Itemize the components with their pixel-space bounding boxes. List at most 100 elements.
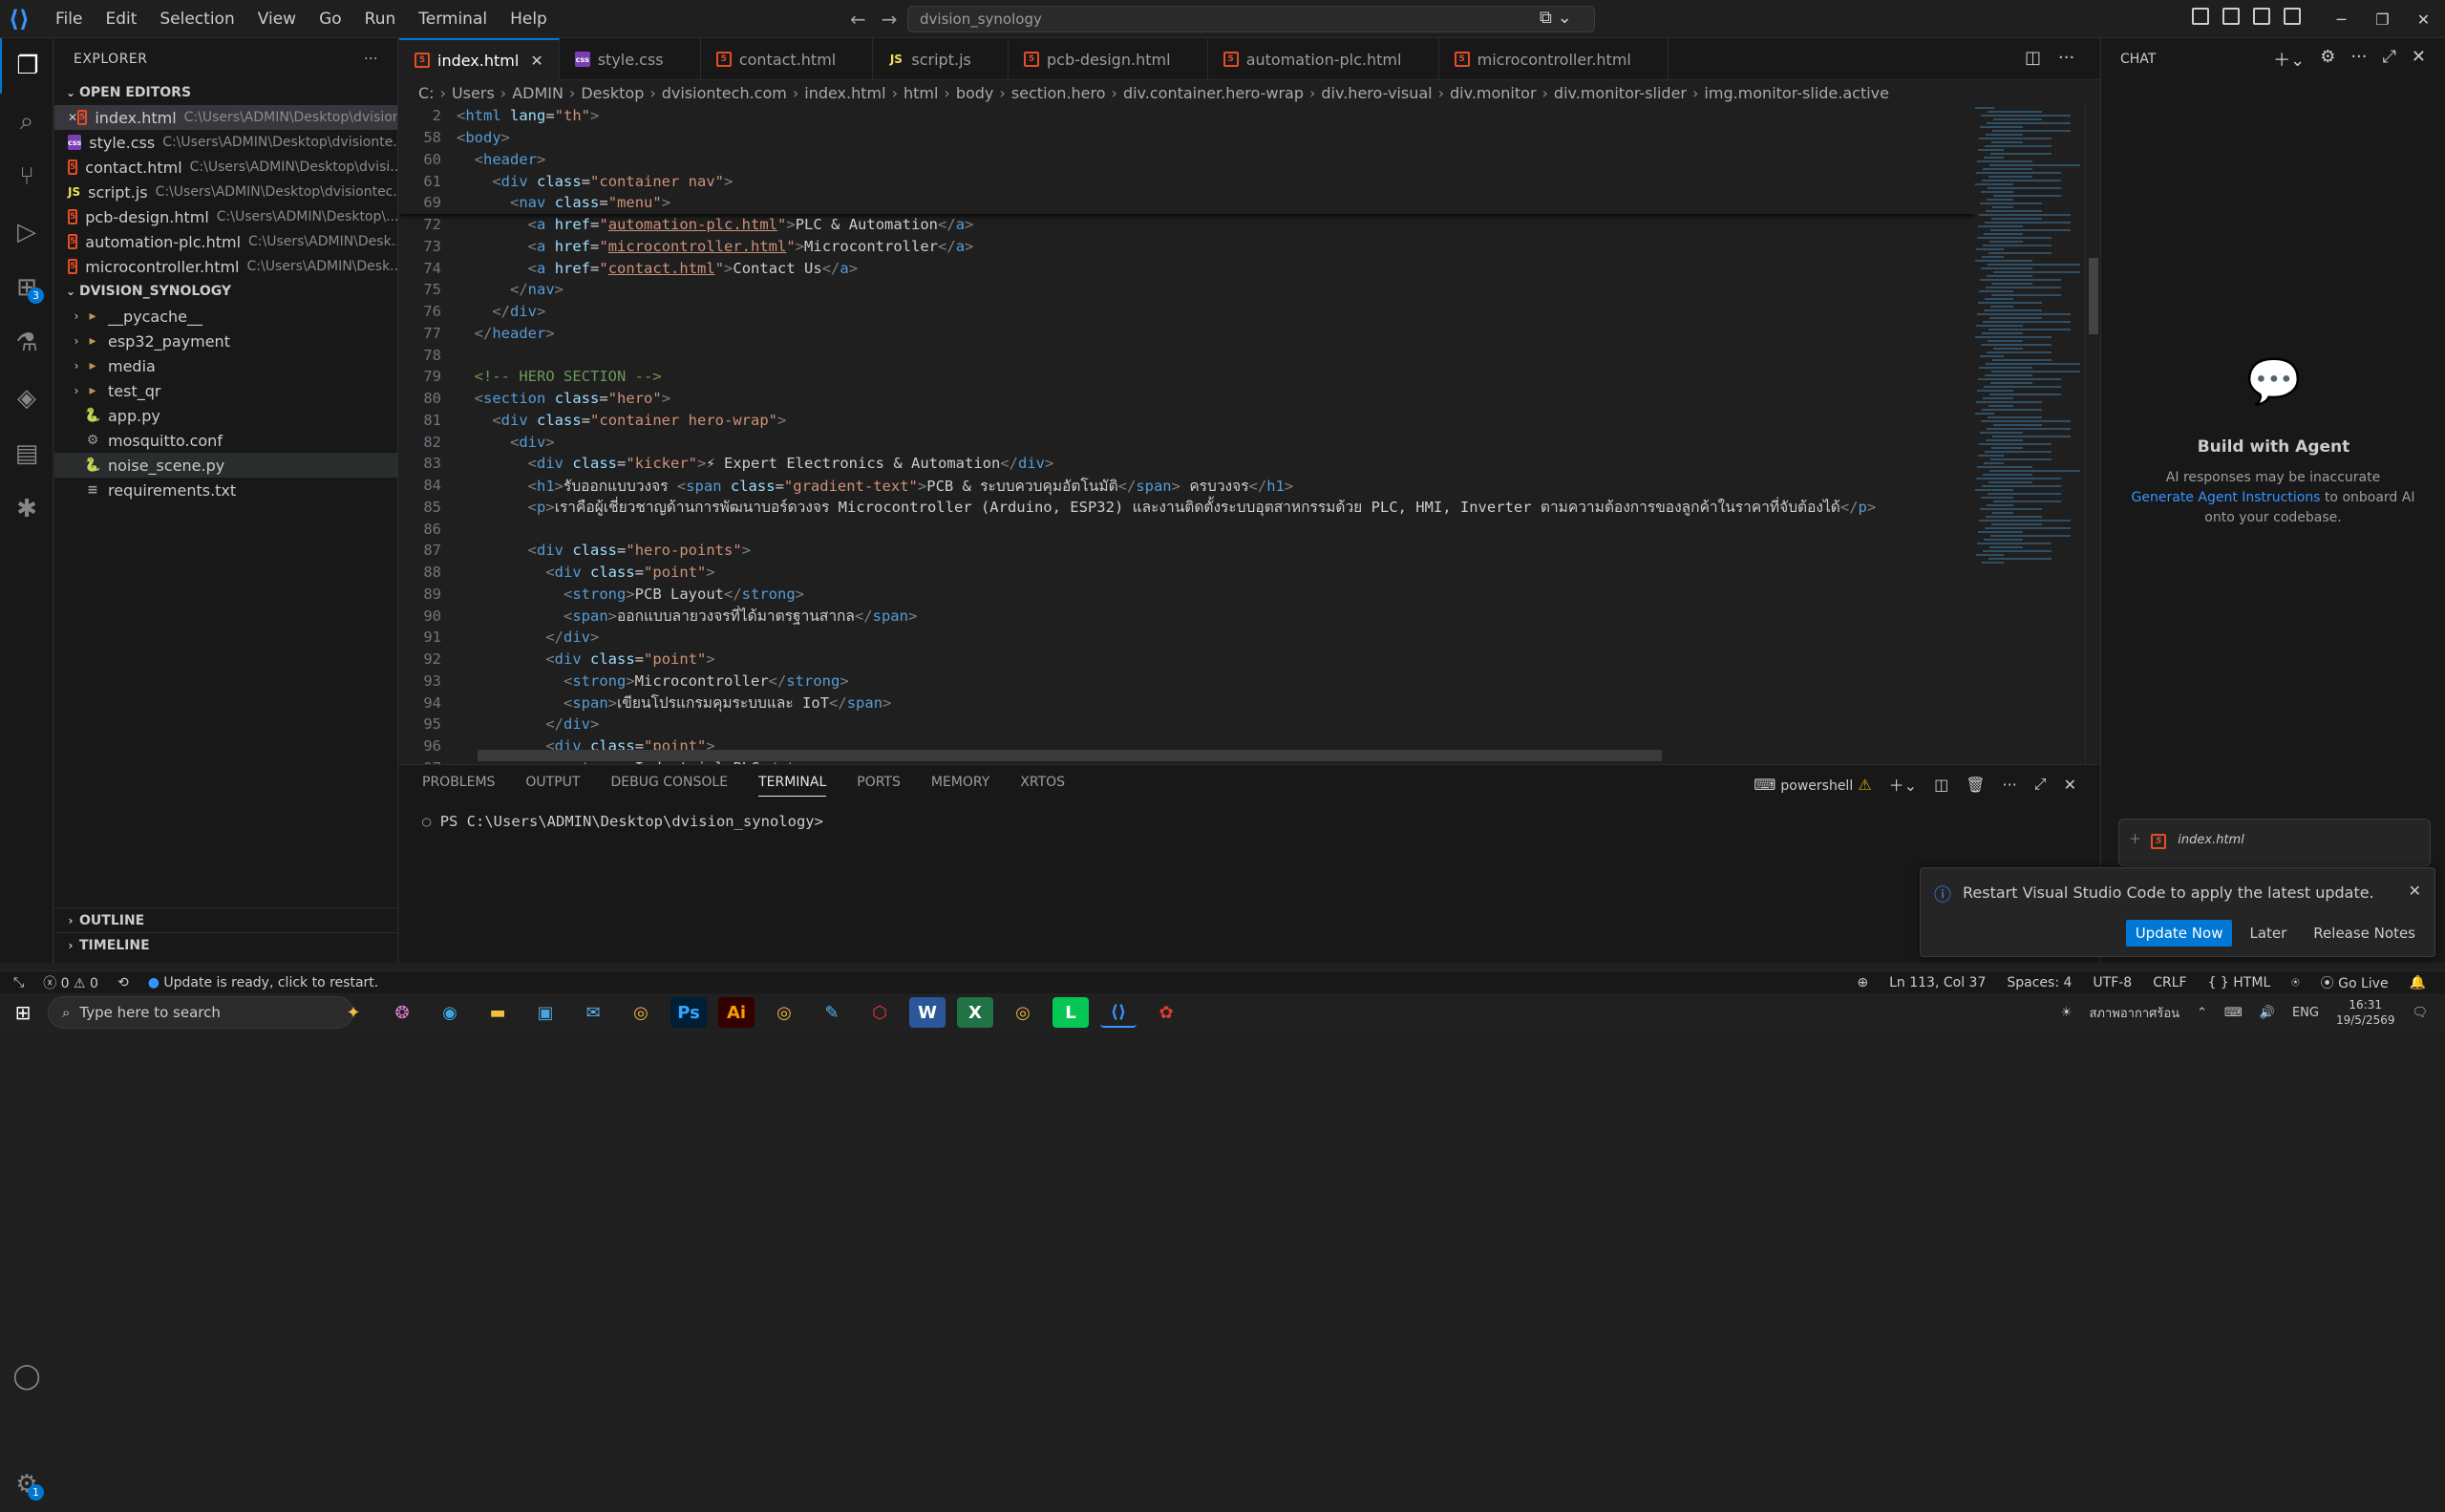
breadcrumb-item[interactable]: ADMIN (512, 84, 563, 102)
tab-automation-plc-html[interactable]: 5 automation-plc.html (1208, 38, 1439, 80)
menu-help[interactable]: Help (499, 10, 559, 29)
chrome-alt-icon[interactable]: ◎ (1005, 997, 1041, 1028)
tree-item[interactable]: 🐍 app.py (54, 403, 397, 428)
open-editor-item[interactable]: 5 automation-plc.html C:\Users\ADMIN\Desk.… (54, 229, 397, 254)
tab-style-css[interactable]: css style.css (560, 38, 701, 80)
breadcrumb-item[interactable]: body (956, 84, 994, 102)
tree-item[interactable]: 🐍 noise_scene.py (54, 453, 397, 478)
tree-item[interactable]: › ▸ test_qr (54, 378, 397, 403)
add-context-icon[interactable]: ＋ (2129, 833, 2141, 847)
drawing-app-icon[interactable]: ✎ (814, 997, 850, 1028)
problems-status[interactable]: ⓧ 0 ⚠ 0 (43, 973, 98, 992)
close-tab-icon[interactable]: ✕ (530, 52, 542, 70)
panel-tab-debug-console[interactable]: DEBUG CONSOLE (610, 775, 728, 790)
store-icon[interactable]: ▣ (527, 997, 563, 1028)
taskbar-search[interactable]: ⌕ Type here to search (48, 996, 353, 1029)
terminal-prompt[interactable]: ○ PS C:\Users\ADMIN\Desktop\dvision_syno… (422, 813, 823, 830)
breadcrumb-item[interactable]: section.hero (1011, 84, 1106, 102)
line-app-icon[interactable]: L (1052, 997, 1089, 1028)
panel-tab-terminal[interactable]: TERMINAL (758, 775, 827, 797)
more-actions-icon[interactable]: ··· (364, 52, 378, 67)
breadcrumb-item[interactable]: div.hero-visual (1321, 84, 1432, 102)
horizontal-scrollbar[interactable] (478, 750, 1662, 761)
update-now-button[interactable]: Update Now (2125, 920, 2233, 947)
windows-start-icon[interactable]: ⊞ (0, 1001, 46, 1024)
word-icon[interactable]: W (909, 997, 946, 1028)
tab-index-html[interactable]: 5 index.html ✕ (399, 38, 560, 80)
copilot-status-icon[interactable]: ⍟ (2291, 975, 2299, 990)
restore-icon[interactable]: ❐ (2362, 11, 2403, 29)
close-chat-icon[interactable]: ✕ (2412, 47, 2426, 72)
code-editor[interactable]: 2 <html lang="th"> 58 <body> 60 <header> 61 <… (399, 105, 1975, 764)
maximize-panel-icon[interactable]: ⤢ (2034, 775, 2047, 794)
open-editor-item[interactable]: 5 microcontroller.html C:\Users\ADMIN\Desk… (54, 254, 397, 279)
toggle-sidebar-icon[interactable] (2222, 8, 2240, 25)
menu-go[interactable]: Go (308, 10, 353, 29)
back-arrow-icon[interactable]: ← (850, 8, 866, 31)
tree-item[interactable]: ⚙ mosquitto.conf (54, 428, 397, 453)
network-icon[interactable]: ⌨ (2224, 1006, 2243, 1020)
menu-file[interactable]: File (44, 10, 94, 29)
run-debug-icon[interactable]: ▷ (0, 204, 53, 260)
copilot-icon[interactable]: ⧉ ⌄ (1540, 8, 1572, 28)
minimize-icon[interactable]: ─ (2321, 11, 2362, 29)
menu-run[interactable]: Run (353, 10, 408, 29)
open-editor-item[interactable]: 5 pcb-design.html C:\Users\ADMIN\Desktop\.… (54, 204, 397, 229)
split-editor-icon[interactable]: ◫ (2025, 48, 2041, 68)
terminal-shell-icon[interactable]: ⌨ powershell ⚠ (1754, 776, 1871, 794)
kill-terminal-icon[interactable]: 🗑 (1966, 776, 1985, 794)
toggle-panel-icon[interactable] (2253, 8, 2270, 25)
menu-edit[interactable]: Edit (94, 10, 148, 29)
language-mode[interactable]: { } HTML (2208, 975, 2271, 990)
python-icon[interactable]: ◈ (0, 371, 53, 426)
copilot-app-icon[interactable]: ❂ (384, 997, 420, 1028)
tree-item[interactable]: ≡ requirements.txt (54, 478, 397, 502)
panel-tab-problems[interactable]: PROBLEMS (422, 775, 495, 790)
input-language[interactable]: ENG (2292, 1006, 2319, 1020)
tab-microcontroller-html[interactable]: 5 microcontroller.html (1439, 38, 1669, 80)
context-file-label[interactable]: index.html (2178, 833, 2244, 847)
notification-center-icon[interactable]: 🗨 (2412, 1006, 2428, 1020)
extensions-icon[interactable]: ⊞ 3 (0, 260, 53, 315)
weather-icon[interactable]: ☀ (2061, 1006, 2073, 1020)
menu-selection[interactable]: Selection (148, 10, 245, 29)
zoom-icon[interactable]: ⊕ (1857, 975, 1868, 990)
generate-instructions-link[interactable]: Generate Agent Instructions (2132, 490, 2321, 505)
new-terminal-icon[interactable]: ＋⌄ (1889, 773, 1917, 796)
vscode-taskbar-icon[interactable]: ⟨⟩ (1100, 997, 1137, 1028)
panel-tab-memory[interactable]: MEMORY (931, 775, 989, 790)
clock[interactable]: 16:31 19/5/2569 (2336, 997, 2395, 1028)
vertical-scrollbar[interactable] (2085, 105, 2100, 764)
sticky-scroll[interactable]: 2 <html lang="th"> 58 <body> 60 <header> 61 <… (399, 105, 1975, 214)
indentation[interactable]: Spaces: 4 (2007, 975, 2072, 990)
scrollbar-thumb[interactable] (2089, 258, 2098, 334)
tray-overflow-icon[interactable]: ⌃ (2197, 1006, 2207, 1020)
open-editor-item[interactable]: 5 contact.html C:\Users\ADMIN\Desktop\dvis… (54, 155, 397, 180)
breadcrumb-item[interactable]: div.container.hero-wrap (1123, 84, 1304, 102)
new-chat-icon[interactable]: ＋⌄ (2273, 47, 2305, 72)
tab-script-js[interactable]: JS script.js (873, 38, 1010, 80)
outline-section[interactable]: › OUTLINE › TIMELINE (54, 907, 398, 957)
breadcrumb-item[interactable]: div.monitor-slider (1554, 84, 1687, 102)
breadcrumb-item[interactable]: dvisiontech.com (662, 84, 787, 102)
tree-item[interactable]: › ▸ esp32_payment (54, 329, 397, 353)
settings-gear-icon[interactable]: ⚙ 1 (0, 1457, 53, 1512)
open-editor-item[interactable]: css style.css C:\Users\ADMIN\Desktop\dvisi… (54, 130, 397, 155)
source-control-icon[interactable]: ⑂ (0, 149, 53, 204)
photoshop-icon[interactable]: Ps (670, 997, 707, 1028)
later-button[interactable]: Later (2240, 920, 2296, 947)
breadcrumb-item[interactable]: Desktop (581, 84, 644, 102)
weather-text[interactable]: สภาพอากาศร้อน (2089, 1003, 2179, 1023)
account-icon[interactable]: ◯ (0, 1349, 53, 1404)
tree-item[interactable]: › ▸ __pycache__ (54, 304, 397, 329)
volume-icon[interactable]: 🔊 (2260, 1006, 2275, 1020)
customize-layout-icon[interactable] (2192, 8, 2209, 25)
edge-icon[interactable]: ◉ (432, 997, 468, 1028)
more-actions-icon[interactable]: ··· (2058, 48, 2074, 68)
split-terminal-icon[interactable]: ◫ (1934, 776, 1948, 794)
widgets-icon[interactable]: ✦ (334, 997, 372, 1028)
close-notification-icon[interactable]: ✕ (2409, 882, 2421, 900)
open-editor-item[interactable]: JS script.js C:\Users\ADMIN\Desktop\dvisio… (54, 180, 397, 204)
command-center-search[interactable]: dvision_synology (907, 6, 1595, 32)
forward-arrow-icon[interactable]: → (882, 8, 898, 31)
